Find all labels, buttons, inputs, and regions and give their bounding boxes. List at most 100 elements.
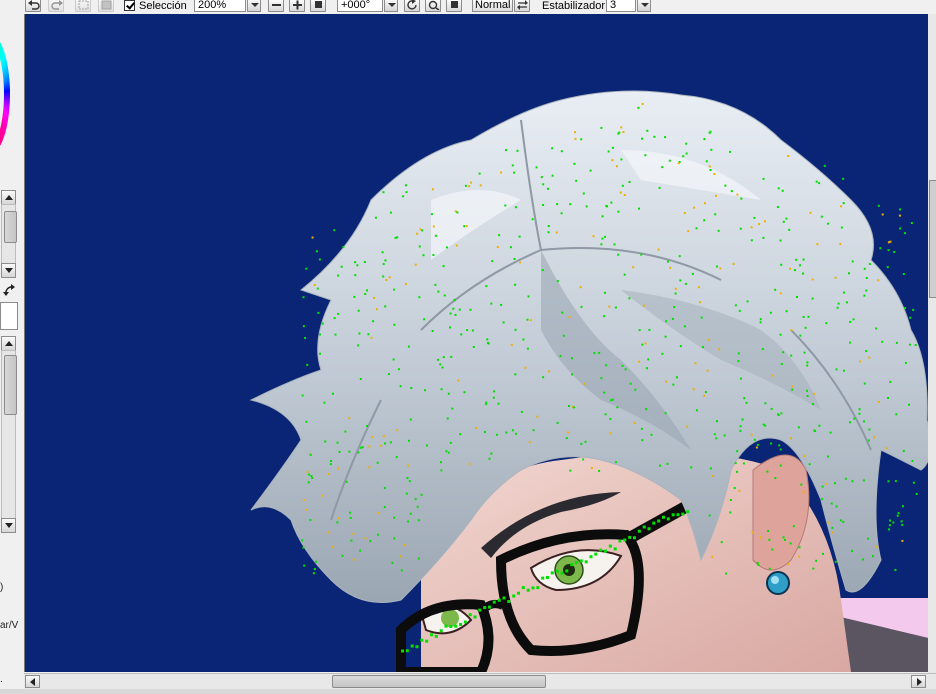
selection-marker-dot [704, 391, 707, 393]
undo-button[interactable] [25, 0, 41, 12]
rotate-fit-button[interactable] [446, 0, 462, 12]
scroll-down-arrow-2[interactable] [1, 518, 16, 533]
rotation-dropdown[interactable] [384, 0, 398, 12]
selection-marker-dot [417, 557, 420, 560]
selection-marker-dot [312, 572, 315, 575]
selection-marker-dot [647, 358, 650, 361]
selection-marker-dot [850, 550, 853, 552]
selection-marker-dot [646, 129, 649, 132]
selection-marker-dot [792, 525, 795, 528]
panel-scrollbar-1[interactable] [1, 204, 17, 264]
selection-marker-dot [806, 395, 809, 397]
selection-marker-dot [483, 431, 486, 433]
color-wheel[interactable] [0, 34, 10, 154]
invert-selection-button[interactable] [98, 0, 114, 12]
panel-scrollbar-2[interactable] [1, 350, 17, 520]
drawing-canvas[interactable] [24, 14, 928, 672]
deselect-button[interactable] [75, 0, 91, 12]
canvas-vertical-scrollbar-thumb[interactable] [929, 180, 936, 298]
selection-marker-dot [803, 455, 806, 458]
selection-marker-dot [332, 545, 334, 548]
selection-marker-dot [459, 433, 462, 436]
selection-marker-dot [350, 539, 353, 542]
zoom-in-button[interactable] [289, 0, 305, 12]
selection-marker-dot [637, 106, 640, 109]
selection-marker-dot [650, 433, 653, 436]
selection-marker-dot [712, 475, 714, 478]
selection-marker-dot [664, 335, 667, 338]
selection-marker-dot [798, 555, 801, 558]
selection-marker-dot [741, 418, 744, 421]
zoom-field[interactable]: 200% [194, 0, 246, 12]
selection-marker-dot [303, 564, 306, 567]
selection-marker-dot [357, 451, 360, 454]
canvas-horizontal-scrollbar-thumb[interactable] [332, 675, 546, 688]
selection-marker-dot [737, 360, 740, 363]
selection-marker-dot [638, 207, 640, 210]
canvas-horizontal-scrollbar[interactable] [24, 673, 936, 689]
selection-marker-dot [520, 410, 523, 413]
zoom-out-icon [272, 4, 281, 6]
canvas-vertical-scrollbar[interactable] [928, 14, 936, 678]
selection-checkbox[interactable] [124, 0, 135, 11]
panel-scrollbar-thumb-1[interactable] [4, 211, 17, 243]
selection-marker-dot [465, 225, 468, 228]
selection-marker-dot [621, 364, 624, 367]
selection-marker-dot [756, 443, 759, 446]
rotation-field[interactable]: +000° [337, 0, 383, 12]
selection-marker-dot [436, 358, 439, 361]
selection-marker-dot [678, 255, 681, 258]
selection-marker-dot [820, 215, 823, 218]
selection-marker-dot [352, 532, 355, 535]
rotate-reset-button[interactable] [425, 0, 441, 12]
glasses-marker-dot [550, 571, 554, 575]
selection-marker-dot [848, 272, 850, 275]
selection-marker-dot [618, 131, 621, 134]
stabilizer-dropdown[interactable] [637, 0, 651, 12]
zoom-reset-button[interactable] [310, 0, 326, 12]
selection-marker-dot [526, 347, 529, 350]
selection-marker-dot [445, 450, 448, 453]
selection-marker-dot [853, 417, 856, 420]
scroll-up-arrow[interactable] [1, 190, 16, 205]
selection-marker-dot [311, 477, 314, 479]
selection-marker-dot [319, 333, 321, 336]
selection-marker-dot [751, 531, 754, 534]
selection-marker-dot [802, 316, 805, 318]
scroll-down-arrow[interactable] [1, 263, 16, 278]
selection-marker-dot [337, 467, 339, 470]
selection-marker-dot [900, 520, 903, 523]
selection-marker-dot [877, 204, 880, 207]
selection-marker-dot [470, 181, 472, 184]
selection-marker-dot [842, 177, 845, 180]
selection-marker-dot [764, 220, 766, 223]
selection-marker-dot [315, 560, 317, 563]
selection-marker-dot [700, 316, 703, 319]
zoom-out-button[interactable] [268, 0, 284, 12]
scroll-left-arrow[interactable] [25, 675, 40, 688]
scroll-right-arrow[interactable] [911, 675, 926, 688]
panel-scrollbar-thumb-2[interactable] [4, 355, 17, 415]
zoom-dropdown[interactable] [247, 0, 261, 12]
selection-marker-dot [561, 311, 564, 314]
selection-marker-dot [825, 322, 828, 325]
selection-marker-dot [779, 292, 782, 295]
selection-marker-dot [379, 444, 382, 447]
blend-mode-button[interactable]: Normal [472, 0, 514, 12]
color-swatch[interactable] [0, 302, 18, 330]
redo-button[interactable] [48, 0, 64, 12]
scroll-up-arrow-2[interactable] [1, 336, 16, 351]
swap-colors-icon[interactable] [3, 284, 17, 298]
glasses-marker-dot [507, 600, 511, 603]
selection-marker-dot [393, 288, 396, 291]
rotate-left-button[interactable] [404, 0, 420, 12]
selection-marker-dot [769, 311, 772, 314]
stabilizer-field[interactable]: 3 [606, 0, 636, 12]
selection-marker-dot [317, 311, 320, 314]
selection-marker-dot [628, 181, 631, 183]
selection-marker-dot [782, 220, 785, 223]
selection-marker-dot [703, 138, 706, 141]
flip-horizontal-button[interactable] [514, 0, 530, 12]
selection-marker-dot [844, 477, 847, 480]
selection-marker-dot [571, 373, 573, 376]
